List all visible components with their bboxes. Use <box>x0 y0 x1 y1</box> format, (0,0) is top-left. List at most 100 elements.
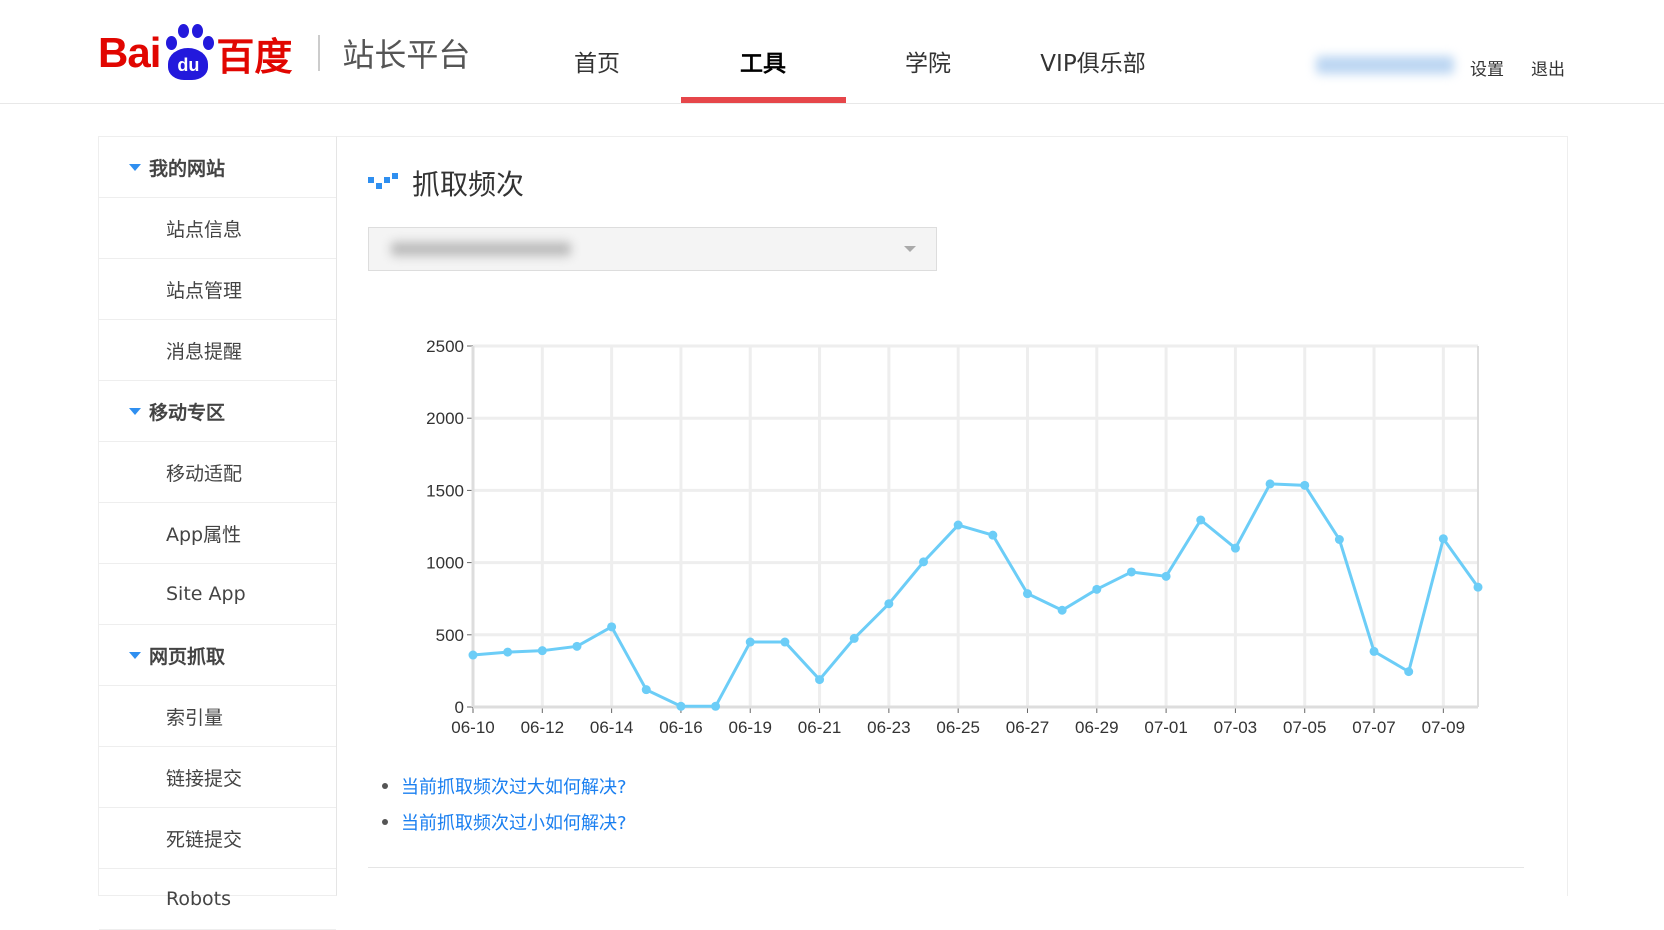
data-point <box>1369 646 1379 656</box>
sidebar-item-label: App属性 <box>166 523 242 546</box>
data-point <box>1404 667 1414 677</box>
data-point <box>1196 515 1206 525</box>
help-link-too-high[interactable]: 当前抓取频次过大如何解决? <box>401 773 627 799</box>
sidebar-item[interactable]: 站点管理 <box>99 259 336 320</box>
logout-link[interactable]: 退出 <box>1531 55 1565 80</box>
sidebar-item-label: 链接提交 <box>166 767 243 790</box>
sidebar-item-label: 网页抓取 <box>149 645 226 668</box>
data-point <box>780 637 790 647</box>
help-links: 当前抓取频次过大如何解决? 当前抓取频次过小如何解决? <box>382 768 627 840</box>
sidebar-group[interactable]: 我的网站 <box>99 137 336 198</box>
sidebar-item-label: 索引量 <box>166 706 224 729</box>
active-tab-indicator <box>681 97 846 103</box>
sidebar-item[interactable]: 移动适配 <box>99 442 336 503</box>
sidebar-item[interactable]: 站点信息 <box>99 198 336 259</box>
x-tick-label: 06-27 <box>1006 718 1049 737</box>
data-point <box>607 622 617 632</box>
data-point <box>1126 567 1136 577</box>
y-tick-label: 2500 <box>426 337 464 356</box>
platform-name: 站长平台 <box>342 36 471 74</box>
data-point <box>1092 584 1102 594</box>
y-tick-label: 1000 <box>426 554 464 573</box>
data-point <box>711 701 721 711</box>
crawl-frequency-chart: 0 500 1000 1500 2000 2500 06-10 06-12 06-14 06-16… <box>426 337 1483 737</box>
data-point <box>1334 534 1344 544</box>
data-point <box>1022 589 1032 599</box>
sidebar-item-label: 我的网站 <box>149 157 226 180</box>
divider <box>368 867 1524 868</box>
sidebar-item-label: 站点管理 <box>166 279 243 302</box>
series-line <box>472 482 1480 708</box>
nav-home[interactable]: 首页 <box>574 44 620 78</box>
x-tick-label: 06-16 <box>659 718 702 737</box>
sidebar-item-label: 移动适配 <box>166 462 243 485</box>
data-point <box>641 685 651 695</box>
sidebar-item-label: Site App <box>166 583 246 605</box>
data-point <box>953 520 963 530</box>
sidebar-item-label: 死链提交 <box>166 828 243 851</box>
data-point <box>919 557 929 567</box>
data-point <box>1473 582 1483 592</box>
sidebar-item-label: 站点信息 <box>166 218 243 241</box>
data-point <box>815 675 825 685</box>
data-point <box>503 647 513 657</box>
baidu-logo[interactable]: Bai du 百度 站长平台 <box>98 20 470 86</box>
logo-divider <box>318 35 321 71</box>
sidebar-item-label: 移动专区 <box>149 401 226 424</box>
nav-tools[interactable]: 工具 <box>740 44 786 78</box>
sidebar-item[interactable]: 索引量 <box>99 686 336 747</box>
caret-down-icon <box>129 407 141 415</box>
data-point <box>1300 480 1310 490</box>
x-tick-label: 06-23 <box>867 718 910 737</box>
data-point <box>1230 543 1240 553</box>
list-item: 当前抓取频次过大如何解决? <box>382 768 627 804</box>
sidebar-item[interactable]: Robots <box>99 869 336 930</box>
x-tick-label: 06-25 <box>936 718 979 737</box>
username-blurred[interactable] <box>1316 56 1454 74</box>
caret-down-icon <box>129 163 141 171</box>
x-tick-label: 06-29 <box>1075 718 1118 737</box>
x-tick-label: 06-12 <box>521 718 564 737</box>
y-tick-label: 500 <box>436 626 464 645</box>
y-tick-label: 1500 <box>426 481 464 500</box>
sidebar-group[interactable]: 网页抓取 <box>99 625 336 686</box>
sidebar-item-label: Robots <box>166 888 232 910</box>
data-point <box>745 637 755 647</box>
sidebar-item[interactable]: Site App <box>99 564 336 625</box>
data-point <box>884 599 894 609</box>
x-tick-label: 07-07 <box>1352 718 1395 737</box>
list-item: 当前抓取频次过小如何解决? <box>382 804 627 840</box>
sidebar-item[interactable]: 消息提醒 <box>99 320 336 381</box>
x-tick-label: 06-10 <box>451 718 494 737</box>
data-point <box>676 701 686 711</box>
sidebar-item[interactable]: 死链提交 <box>99 808 336 869</box>
x-tick-label: 07-01 <box>1144 718 1187 737</box>
logo-baidu-cn: 百度 <box>216 34 293 79</box>
data-point <box>1161 571 1171 581</box>
data-point <box>1265 479 1275 489</box>
nav-academy[interactable]: 学院 <box>905 44 951 78</box>
data-point <box>1057 605 1067 615</box>
data-point <box>468 650 478 660</box>
nav-vip-club[interactable]: VIP俱乐部 <box>1040 44 1145 78</box>
sidebar: 我的网站站点信息站点管理消息提醒移动专区移动适配 App属性 Site App 网页抓… <box>98 136 337 930</box>
x-tick-label: 06-21 <box>798 718 841 737</box>
data-point <box>572 641 582 651</box>
caret-down-icon <box>129 651 141 659</box>
x-tick-label: 07-09 <box>1422 718 1465 737</box>
x-tick-label: 07-05 <box>1283 718 1326 737</box>
x-tick-label: 06-14 <box>590 718 633 737</box>
sidebar-group[interactable]: 移动专区 <box>99 381 336 442</box>
settings-link[interactable]: 设置 <box>1470 55 1504 80</box>
data-point <box>849 633 859 643</box>
help-link-too-low[interactable]: 当前抓取频次过小如何解决? <box>401 809 627 835</box>
x-tick-label: 06-19 <box>728 718 771 737</box>
top-header: Bai du 百度 站长平台 首页 工具 学院 VIP俱乐部 设置 退出 <box>0 0 1664 104</box>
y-tick-label: 0 <box>455 698 464 717</box>
paw-icon: du <box>162 24 215 82</box>
x-tick-label: 07-03 <box>1214 718 1257 737</box>
sidebar-item[interactable]: 链接提交 <box>99 747 336 808</box>
logo-bai: Bai <box>98 29 161 76</box>
sidebar-item[interactable]: App属性 <box>99 503 336 564</box>
sidebar-item-label: 消息提醒 <box>166 340 243 363</box>
